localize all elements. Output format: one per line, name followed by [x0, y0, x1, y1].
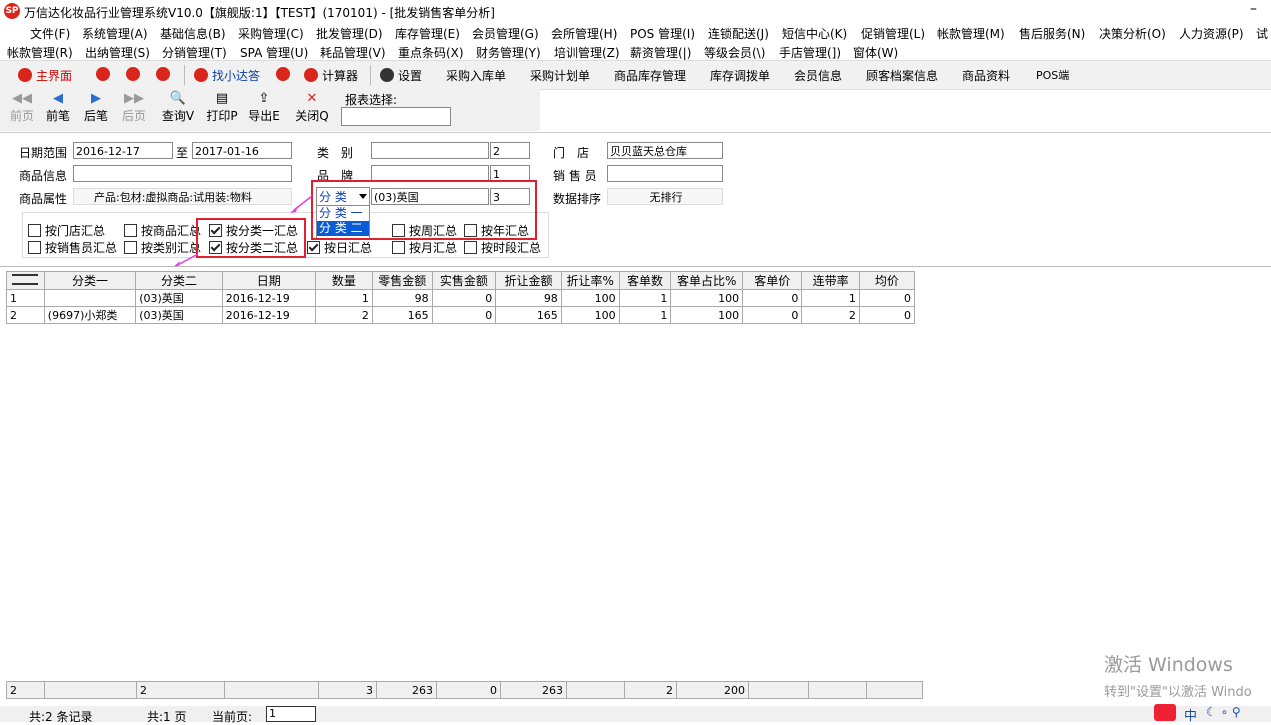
totals-row: 2 2 3 263 0 263 2 200: [6, 681, 923, 699]
table-cell: 1: [618, 306, 672, 324]
table-cell: 0: [858, 306, 916, 324]
table-cell: 0: [431, 289, 497, 307]
table-cell: 2: [314, 306, 373, 324]
total-cell: 2: [6, 681, 45, 699]
total-cell: [224, 681, 319, 699]
table-cell: (03)英国: [135, 289, 223, 307]
table-cell: 0: [742, 306, 803, 324]
table-cell: 0: [858, 289, 916, 307]
column-header[interactable]: 零售金额: [371, 271, 433, 290]
column-header[interactable]: 日期: [221, 271, 316, 290]
table-cell: 98: [371, 289, 433, 307]
table-cell: 2016-12-19: [221, 289, 316, 307]
table-cell: 0: [431, 306, 497, 324]
table-cell: 100: [670, 289, 744, 307]
table-cell: 2: [6, 306, 45, 324]
ime-mode[interactable]: 中: [1184, 705, 1197, 724]
data-grid: 分类一 分类二 日期 数量 零售金额 实售金额 折让金额 折让率% 客单数 客单占比% 客单价 连带率…: [6, 271, 916, 324]
total-cell: 2: [136, 681, 225, 699]
column-header[interactable]: 分类一: [43, 271, 137, 290]
column-header[interactable]: 折让率%: [560, 271, 620, 290]
windows-activation-watermark: 激活 Windows 转到"设置"以激活 Windo: [1104, 654, 1252, 700]
total-cell: [808, 681, 867, 699]
total-cell: [748, 681, 809, 699]
total-cell: 3: [318, 681, 377, 699]
table-row[interactable]: 1 (03)英国 2016-12-19 1 98 0 98 100 1 100 0 1 0: [6, 289, 916, 307]
table-cell: (03)英国: [135, 306, 223, 324]
column-header[interactable]: 折让金额: [495, 271, 562, 290]
table-cell: 98: [495, 289, 562, 307]
grid-menu-icon: [12, 273, 39, 285]
total-cell: [44, 681, 137, 699]
table-cell: (9697)小郑类: [43, 306, 137, 324]
table-cell: 100: [670, 306, 744, 324]
table-cell: 2: [801, 306, 860, 324]
column-header[interactable]: 均价: [858, 271, 916, 290]
total-cell: 2: [624, 681, 677, 699]
tray-icons: ☾ ∘ ⚲: [1206, 705, 1241, 719]
table-cell: 2016-12-19: [221, 306, 316, 324]
total-cell: 200: [676, 681, 749, 699]
table-cell: 100: [560, 289, 620, 307]
total-cell: [566, 681, 625, 699]
ime-tray: 中 ☾ ∘ ⚲: [1150, 703, 1271, 724]
table-header: 分类一 分类二 日期 数量 零售金额 实售金额 折让金额 折让率% 客单数 客单占比% 客单价 连带率…: [6, 271, 916, 290]
table-cell: 165: [495, 306, 562, 324]
table-row[interactable]: 2 (9697)小郑类 (03)英国 2016-12-19 2 165 0 165 100 1 10…: [6, 306, 916, 324]
column-header[interactable]: 客单价: [742, 271, 803, 290]
table-cell: 165: [371, 306, 433, 324]
total-cell: 0: [436, 681, 501, 699]
table-cell: [43, 289, 137, 307]
page-count: 共:1 页: [147, 710, 187, 724]
column-header[interactable]: 数量: [314, 271, 373, 290]
sogou-icon[interactable]: [1154, 704, 1176, 721]
column-header[interactable]: [6, 271, 45, 290]
table-cell: 100: [560, 306, 620, 324]
column-header[interactable]: 客单数: [618, 271, 672, 290]
table-cell: 1: [618, 289, 672, 307]
column-header[interactable]: 实售金额: [431, 271, 497, 290]
column-header[interactable]: 连带率: [801, 271, 860, 290]
record-count: 共:2 条记录: [29, 710, 93, 724]
total-cell: 263: [376, 681, 437, 699]
data-grid-area: [0, 266, 1271, 679]
table-cell: 1: [6, 289, 45, 307]
table-cell: 1: [314, 289, 373, 307]
column-header[interactable]: 客单占比%: [670, 271, 744, 290]
total-cell: [866, 681, 923, 699]
column-header[interactable]: 分类二: [135, 271, 223, 290]
table-cell: 0: [742, 289, 803, 307]
current-page-input[interactable]: 1: [266, 706, 316, 722]
current-page-label: 当前页:: [212, 710, 253, 724]
table-cell: 1: [801, 289, 860, 307]
total-cell: 263: [500, 681, 567, 699]
status-bar: 共:2 条记录 共:1 页 当前页: 1: [0, 706, 1271, 724]
